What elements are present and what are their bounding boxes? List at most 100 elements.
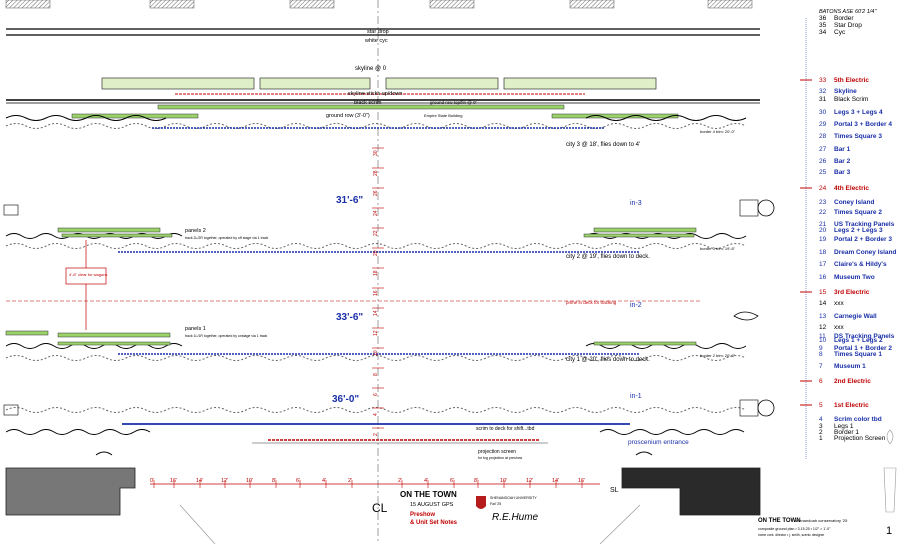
width-tick-label: 12'	[526, 478, 533, 484]
lineset-name: Portal 2 + Border 3	[834, 236, 892, 243]
border3-trim-label: border 3 trim: 19'-6"	[700, 246, 736, 251]
lineset-number: 8	[819, 351, 823, 358]
lineset-name: Star Drop	[834, 22, 862, 29]
sl-mark: SL	[610, 487, 619, 494]
upstage-linesets: star drop white cyc skyline @ 0	[6, 28, 760, 72]
lineset-name: Claire's & Hildy's	[834, 261, 887, 268]
lineset-number: 28	[819, 133, 827, 140]
lineset-name: xxx	[834, 324, 845, 331]
depth-tick-label: 12	[373, 330, 379, 336]
lineset-name: Scrim color tbd	[834, 416, 882, 423]
title-note2: & Unit Set Notes	[410, 520, 458, 526]
lineset-name: Times Square 3	[834, 133, 882, 140]
city-tracks: city 3 @ 18', flies down to 4' city 2 @ …	[118, 127, 736, 425]
depth-tick-label: 8	[373, 373, 379, 376]
lineset-name: 1st Electric	[834, 402, 869, 409]
ground-row-label: ground row (3'-0")	[326, 113, 370, 119]
lineset-number: 12	[819, 324, 827, 331]
title-show: ON THE TOWN	[400, 490, 457, 499]
width-tick-label: 6'	[450, 478, 454, 484]
dim-36-0: 36'-0"	[332, 394, 359, 405]
lineset-number: 32	[819, 88, 827, 95]
projection-note: for fog projection at preshow	[478, 456, 523, 460]
in3-label: in-3	[630, 200, 642, 207]
width-tick-label: 10'	[246, 478, 253, 484]
panels2-label: panels 2	[185, 228, 206, 234]
lineset-name: Black Scrim	[834, 96, 868, 103]
lineset-number: 31	[819, 96, 827, 103]
sheet-number: 1	[886, 525, 892, 537]
skyline-panels: skyline sticks up/down	[101, 77, 657, 97]
downstage-notes: scrim to deck for shift...tbd proscenium…	[252, 426, 689, 460]
lineset-number: 20	[819, 227, 827, 234]
center-line-mark: CL	[372, 501, 388, 515]
depth-tick-label: 30	[373, 150, 379, 156]
lighting-booms	[3, 199, 775, 417]
panels2-note: track 2L/2R together, operated by off st…	[185, 236, 268, 240]
dim-31-6: 31'-6"	[336, 195, 363, 206]
lineset-name: Cyc	[834, 29, 846, 36]
depth-tick-label: 24	[373, 210, 379, 216]
black-scrim-groundrow: black scrim ground row top/fin @ 0' grou…	[6, 99, 760, 119]
in2-label: in-2	[630, 302, 642, 309]
lineset-name: Carnegie Wall	[834, 313, 877, 320]
width-tick-label: 10'	[500, 478, 507, 484]
ground-row-top-label: ground row top/fin @ 0'	[430, 100, 477, 105]
proscenium-label: proscenium entrance	[628, 439, 689, 446]
depth-tick-label: 6	[373, 393, 379, 396]
depth-scale: 30 28 26 24 22 20 18 16 14 12 10 8 6 4 2	[372, 147, 384, 436]
title-date: 15 AUGUST GPS	[410, 502, 454, 508]
lineset-number: 19	[819, 236, 827, 243]
lineset-name: Skyline	[834, 88, 857, 95]
lineset-name: Times Square 1	[834, 351, 882, 358]
lineset-name: Bar 2	[834, 158, 851, 165]
lineset-name: Dream Coney Island	[834, 249, 897, 256]
lineset-number: 16	[819, 274, 827, 281]
in1-label: in-1	[630, 393, 642, 400]
lineset-name: Projection Screen	[834, 435, 886, 442]
corner-sub2: composite ground plan • 3.15.25 • 1/2" =…	[758, 527, 831, 531]
width-tick-label: 4'	[424, 478, 428, 484]
scrim-deck-label: scrim to deck for shift...tbd	[476, 426, 535, 432]
lineset-name: xxx	[834, 300, 845, 307]
width-tick-label: 16'	[578, 478, 585, 484]
lineset-number: 27	[819, 146, 827, 153]
width-tick-label: 12'	[221, 478, 228, 484]
lineset-number: 26	[819, 158, 827, 165]
depth-tick-label: 28	[373, 170, 379, 176]
width-tick-label: 2'	[348, 478, 352, 484]
width-tick-label: 4'	[322, 478, 326, 484]
lineset-number: 14	[819, 300, 827, 307]
width-tick-label: 8'	[272, 478, 276, 484]
lineset-number: 1	[819, 435, 823, 442]
tracking-panels: panels 2 track 2L/2R together, operated …	[5, 227, 697, 346]
lineset-name: Legs 2 + Legs 3	[834, 227, 883, 234]
corner-sub3: home cont. director • j. smith, scenic d…	[758, 533, 825, 537]
lineset-name: 2nd Electric	[834, 378, 871, 385]
lineset-name: Museum Two	[834, 274, 875, 281]
proscenium-walls: SL	[5, 451, 761, 544]
lineset-number: 23	[819, 199, 827, 206]
depth-tick-label: 26	[373, 190, 379, 196]
depth-tick-label: 18	[373, 270, 379, 276]
width-scale: 0' 16' 14' 12' 10' 8' 6' 4' 2' 2' 4' 6' 8' 10' 12' 14' 1…	[150, 478, 600, 488]
lineset-name: Bar 1	[834, 146, 851, 153]
depth-tick-label: 14	[373, 310, 379, 316]
depth-tick-label: 22	[373, 230, 379, 236]
lineset-number: 15	[819, 289, 827, 296]
lineset-name: 5th Electric	[834, 77, 869, 84]
title-note1: Preshow	[410, 512, 435, 518]
depth-tick-label: 10	[373, 350, 379, 356]
depth-tick-label: 20	[373, 250, 379, 256]
top-hatch-strips	[5, 0, 753, 9]
ground-plan-sheet: star drop white cyc skyline @ 0 skyline …	[0, 0, 912, 544]
projection-screen-label: projection screen	[478, 449, 516, 455]
lineset-number: 25	[819, 169, 827, 176]
lineset-name: Coney Island	[834, 199, 874, 206]
skyline-label: skyline @ 0	[355, 66, 387, 72]
prime-deck-label: prime in deck for tracking	[566, 300, 617, 305]
white-cyc-label: white cyc	[364, 38, 388, 44]
figure-scale-icon	[883, 429, 897, 513]
lineset-number: 18	[819, 249, 827, 256]
lineset-number: 33	[819, 77, 827, 84]
